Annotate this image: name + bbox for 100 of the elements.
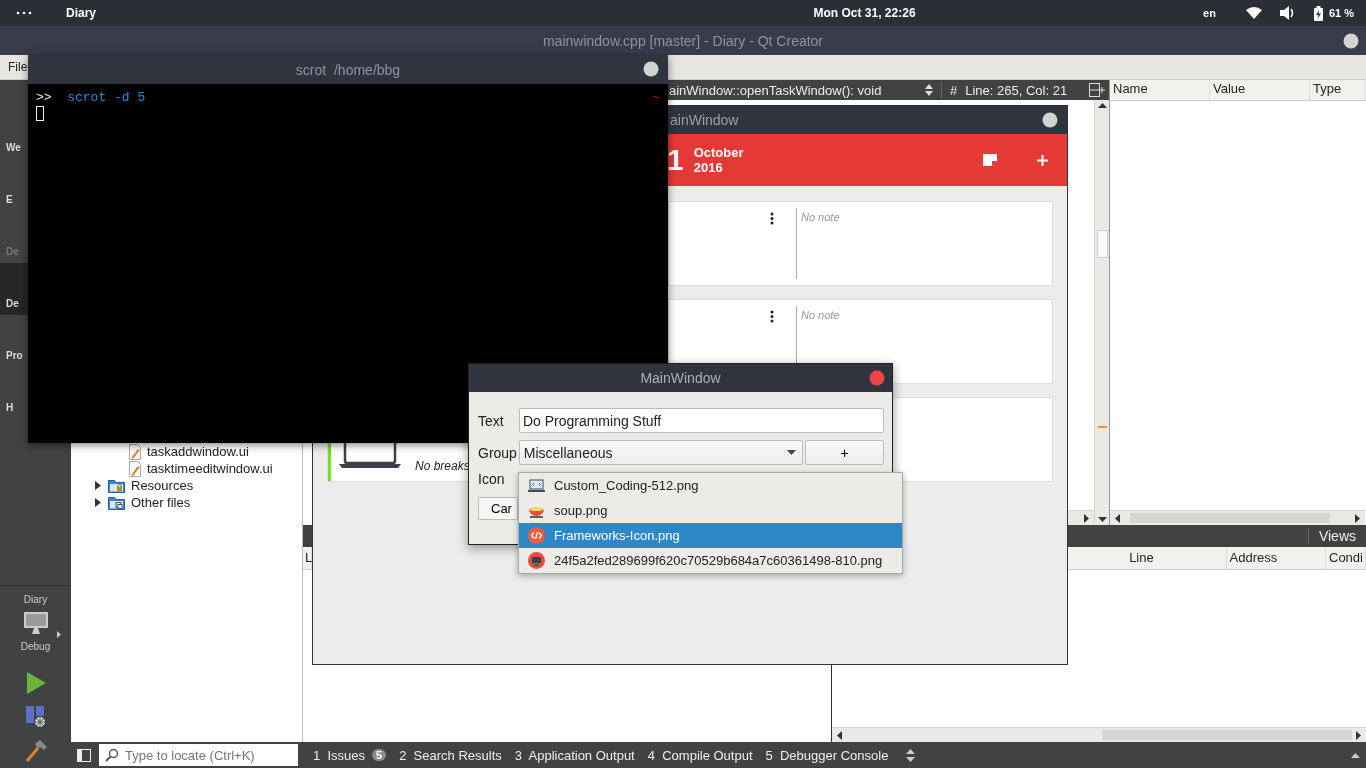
battery-icon[interactable]	[1313, 5, 1323, 21]
field-label: Group	[478, 444, 518, 461]
month-label: October	[693, 145, 744, 160]
prompt: >>	[36, 90, 52, 105]
note-text: No note	[801, 211, 840, 223]
output-pane-tab[interactable]: 1 Issues 5	[313, 747, 387, 763]
scroll-up-icon[interactable]	[1097, 103, 1107, 108]
search-marker	[1098, 426, 1107, 428]
tree-item[interactable]: tasktimeeditwindow.ui	[147, 461, 273, 476]
active-app-name[interactable]: Diary	[66, 6, 97, 20]
search-icon	[105, 748, 119, 762]
scroll-left-icon[interactable]	[836, 730, 843, 740]
note-text: No note	[801, 309, 840, 321]
keyboard-layout[interactable]: en	[1203, 7, 1216, 19]
breaks-text: No breaks	[415, 459, 470, 473]
add-group-button[interactable]: +	[805, 440, 884, 465]
close-button[interactable]	[1343, 33, 1359, 49]
text-cursor	[36, 106, 44, 121]
volume-icon[interactable]	[1279, 6, 1296, 20]
scrollbar-thumb[interactable]	[1097, 230, 1108, 258]
expand-arrow-icon[interactable]	[94, 498, 102, 507]
expand-arrow-icon[interactable]	[57, 631, 61, 638]
up-down-arrows-icon[interactable]	[906, 748, 916, 762]
views-button[interactable]: Views	[1307, 528, 1356, 544]
scroll-down-icon[interactable]	[1097, 517, 1107, 522]
more-options-icon[interactable]	[770, 310, 774, 323]
window-title: ainWindow	[670, 112, 739, 128]
column-header[interactable]: Name	[1110, 80, 1210, 100]
debug-run-icon[interactable]	[24, 706, 47, 728]
column-header[interactable]: Address	[1226, 547, 1326, 569]
column-header[interactable]: Condi	[1326, 547, 1366, 569]
column-header[interactable]: Value	[1210, 80, 1310, 100]
laptop-icon	[528, 478, 545, 493]
scroll-right-icon[interactable]	[1083, 513, 1090, 523]
dropdown-option[interactable]: 24f5a2fed289699f620c70529b684a7c60361498-810.png	[519, 548, 902, 573]
command-text: scrot -d 5	[67, 90, 146, 105]
hash-symbol[interactable]: #	[950, 82, 958, 98]
caret-icon[interactable]	[787, 450, 797, 455]
tree-item[interactable]: taskaddwindow.ui	[147, 444, 249, 459]
dropdown-option[interactable]: Custom_Coding-512.png	[519, 473, 902, 498]
locate-field[interactable]: Type to locate (Ctrl+K)	[99, 744, 298, 766]
cancel-button[interactable]: Car	[478, 497, 518, 520]
field-label: Icon	[478, 470, 506, 487]
dropdown-option[interactable]: soup.png	[519, 498, 902, 523]
mode-button[interactable]: De	[0, 263, 28, 315]
folder-icon	[108, 495, 125, 510]
up-down-arrows-icon[interactable]	[925, 84, 933, 96]
code-icon	[528, 527, 545, 544]
scroll-right-icon[interactable]	[1355, 730, 1362, 740]
clock[interactable]: Mon Oct 31, 22:26	[813, 6, 916, 20]
directory-indicator: ~	[652, 90, 660, 105]
mode-button[interactable]: H	[0, 367, 28, 419]
run-icon[interactable]	[25, 672, 46, 694]
column-header[interactable]: Type	[1310, 80, 1366, 100]
form-file-icon	[129, 443, 141, 460]
more-options-icon[interactable]	[770, 212, 774, 225]
field-label: Text	[478, 412, 505, 429]
horizontal-scrollbar[interactable]	[832, 727, 1366, 742]
project-name: Diary	[23, 594, 48, 605]
add-icon[interactable]	[1037, 154, 1048, 166]
menu-item[interactable]: File	[8, 60, 28, 74]
horizontal-scrollbar[interactable]	[1110, 510, 1365, 525]
close-button[interactable]	[1042, 112, 1058, 128]
tree-item[interactable]: Resources	[131, 478, 194, 493]
expand-arrow-icon[interactable]	[94, 481, 102, 490]
mode-button[interactable]: Pro	[0, 315, 28, 367]
cursor-position[interactable]: Line: 265, Col: 21	[965, 82, 1068, 98]
output-pane-tab[interactable]: 3 Application Output	[514, 747, 635, 763]
monitor-icon	[528, 552, 545, 569]
text-field[interactable]: Do Programming Stuff	[518, 408, 884, 433]
wifi-icon[interactable]	[1245, 7, 1262, 19]
build-config[interactable]: Debug	[20, 641, 51, 652]
sidebar-toggle-icon[interactable]	[77, 748, 91, 762]
year-label: 2016	[693, 160, 724, 175]
monitor-icon[interactable]	[22, 611, 49, 635]
menu-icon[interactable]	[16, 11, 32, 15]
output-pane-tab[interactable]: 4 Compile Output	[647, 747, 753, 763]
day-number: 1	[667, 143, 684, 177]
close-button[interactable]	[643, 61, 659, 77]
scroll-left-icon[interactable]	[1114, 513, 1121, 523]
split-view-icon[interactable]	[1089, 83, 1105, 97]
dropdown-option[interactable]: Frameworks-Icon.png	[519, 523, 902, 548]
column-header[interactable]: Line	[1126, 547, 1227, 569]
mode-button[interactable]: E	[0, 159, 28, 211]
output-pane-tab[interactable]: 5 Debugger Console	[765, 747, 889, 763]
output-pane-tab[interactable]: 2 Search Results	[399, 747, 502, 763]
window-title: mainwindow.cpp [master] - Diary - Qt Creator	[542, 32, 824, 49]
group-dropdown[interactable]: Miscellaneous	[518, 440, 804, 465]
battery-percentage: 61 %	[1328, 7, 1354, 19]
locked-folder-icon	[108, 478, 125, 493]
function-selector[interactable]: ainWindow::openTaskWindow(): void	[669, 82, 917, 98]
form-file-icon	[129, 460, 141, 477]
horizontal-scrollbar[interactable]	[1067, 510, 1094, 525]
tree-item[interactable]: Other files	[131, 495, 191, 510]
scroll-right-icon[interactable]	[1354, 513, 1361, 523]
note-icon[interactable]	[983, 154, 997, 166]
maximize-arrow-icon[interactable]	[1351, 752, 1360, 758]
hammer-icon[interactable]	[24, 740, 47, 762]
window-title: scrot /home/bbg	[295, 61, 401, 78]
mode-button[interactable]: We	[0, 107, 28, 159]
